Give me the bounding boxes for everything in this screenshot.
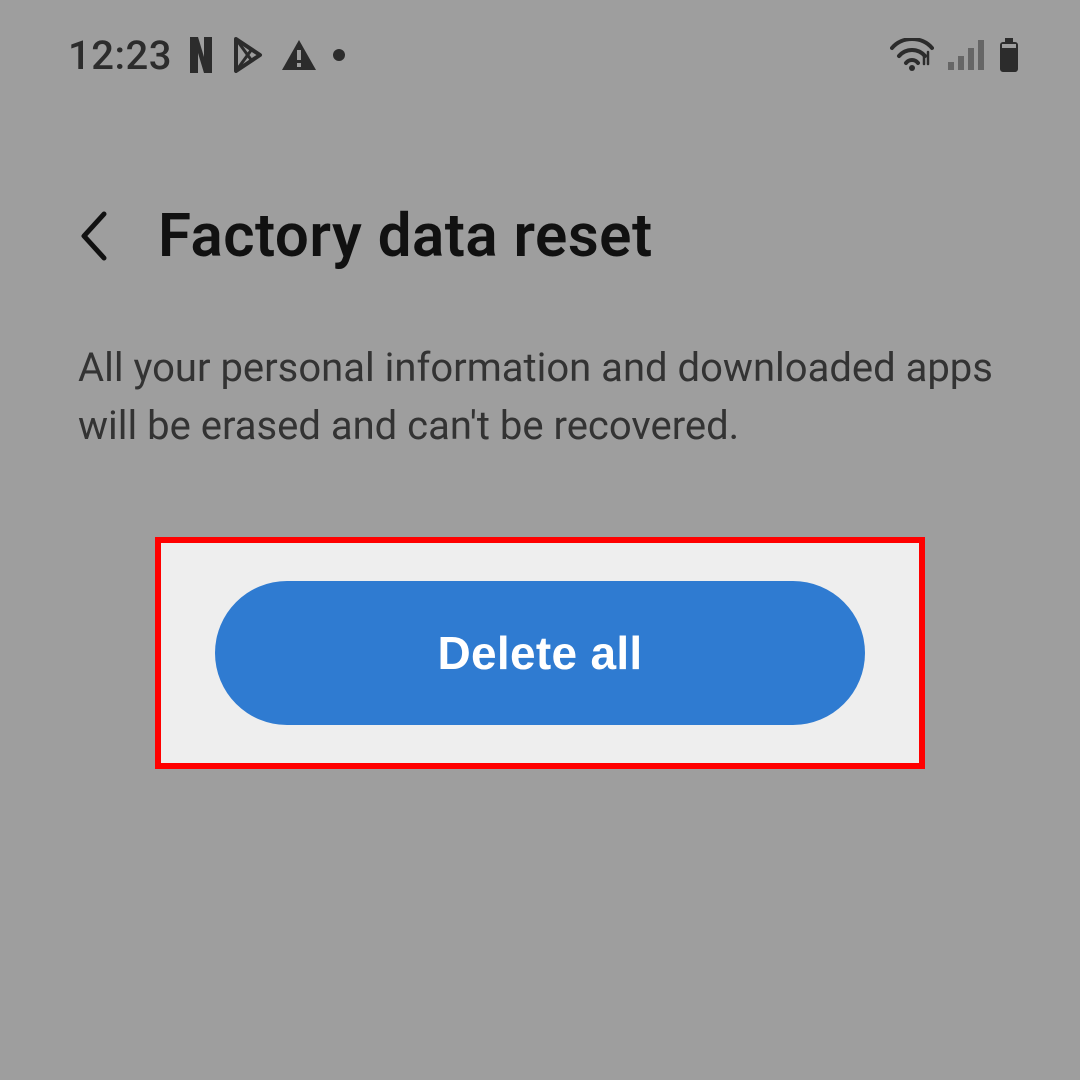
- play-store-icon: [230, 37, 266, 73]
- warning-icon: [280, 38, 318, 72]
- wifi-icon: [890, 38, 934, 72]
- status-bar-right: [890, 38, 1020, 72]
- status-time: 12:23: [68, 32, 172, 79]
- reset-warning-text: All your personal information and downlo…: [0, 311, 1080, 455]
- status-bar-left: 12:23: [68, 32, 346, 79]
- signal-icon: [948, 40, 984, 70]
- highlight-annotation-box: Delete all: [155, 537, 925, 769]
- chevron-left-icon: [78, 210, 110, 262]
- delete-all-button[interactable]: Delete all: [215, 581, 865, 725]
- page-title: Factory data reset: [158, 200, 653, 271]
- back-button[interactable]: [70, 204, 118, 268]
- battery-icon: [998, 38, 1020, 72]
- page-header: Factory data reset: [0, 90, 1080, 311]
- netflix-icon: [186, 37, 216, 73]
- dot-icon: [332, 48, 346, 62]
- status-bar: 12:23: [0, 0, 1080, 90]
